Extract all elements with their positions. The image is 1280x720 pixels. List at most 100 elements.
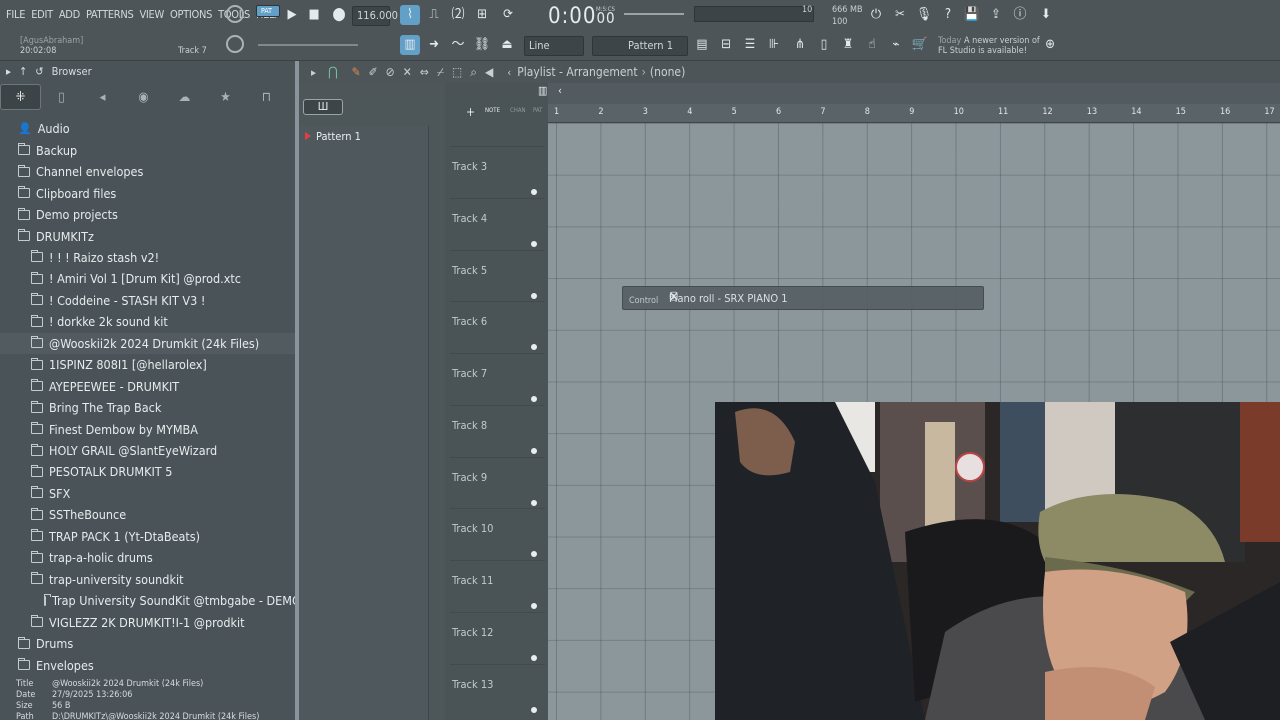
zoom-icon[interactable]: ⌕ bbox=[470, 65, 477, 80]
delete-icon[interactable]: ⊘ bbox=[386, 65, 395, 79]
tempo-field[interactable]: 116.000 bbox=[352, 6, 398, 26]
track-header[interactable]: Track 8 bbox=[450, 404, 545, 456]
master-pitch-slider[interactable] bbox=[624, 13, 684, 15]
track-header[interactable]: Track 6 bbox=[450, 301, 545, 352]
browser-up-icon[interactable]: ↑ bbox=[19, 65, 27, 78]
minimize-icon[interactable]: – bbox=[669, 289, 943, 302]
globe-icon[interactable]: ⊕ bbox=[1040, 35, 1060, 55]
track-enable-led[interactable] bbox=[531, 706, 537, 713]
browser-item[interactable]: TRAP PACK 1 (Yt-DtaBeats) bbox=[0, 526, 295, 548]
select-icon[interactable]: ⬚ bbox=[452, 65, 462, 79]
slip-icon[interactable]: ⇔ bbox=[420, 65, 429, 79]
mute-icon[interactable]: ✕ bbox=[403, 65, 412, 79]
track-header[interactable]: Track 3 bbox=[450, 146, 545, 197]
track-header[interactable]: Track 13 bbox=[450, 663, 545, 715]
browser-item[interactable]: VIGLEZZ 2K DRUMKIT!I-1 @prodkit bbox=[0, 611, 295, 633]
browser-item[interactable]: Clipboard files bbox=[0, 182, 295, 204]
browser-item[interactable]: Trap University SoundKit @tmbgabe - DEMO bbox=[0, 590, 295, 612]
arrow-right-icon[interactable]: ➜ bbox=[424, 35, 444, 55]
browser-item[interactable]: PESOTALK DRUMKIT 5 bbox=[0, 461, 295, 483]
master-volume-knob-icon[interactable] bbox=[226, 5, 244, 23]
track-enable-led[interactable] bbox=[531, 654, 537, 661]
browser-item[interactable]: Channel envelopes bbox=[0, 161, 295, 183]
pat-song-toggle[interactable]: PAT bbox=[256, 5, 280, 17]
menu-add[interactable]: ADD bbox=[59, 8, 80, 21]
playlist-menu-icon[interactable]: ▸ bbox=[311, 66, 316, 79]
track-enable-led[interactable] bbox=[531, 240, 537, 247]
browser-item[interactable]: SSTheBounce bbox=[0, 504, 295, 526]
pattern-item[interactable]: Pattern 1 bbox=[305, 130, 361, 143]
browser-item[interactable]: ! dorkke 2k sound kit bbox=[0, 311, 295, 333]
piano-roll-icon[interactable]: ☰ bbox=[740, 35, 760, 55]
download-icon[interactable]: ⬇ bbox=[1036, 5, 1056, 25]
arrangement-name[interactable]: (none) bbox=[650, 65, 685, 79]
speaker-icon[interactable]: ◀ bbox=[485, 65, 493, 79]
browser-item[interactable]: @Wooskii2k 2024 Drumkit (24k Files) bbox=[0, 332, 295, 354]
browser-item[interactable]: ! Coddeine - STASH KIT V3 ! bbox=[0, 290, 295, 312]
menu-options[interactable]: OPTIONS bbox=[170, 8, 212, 21]
track-header[interactable]: Track 12 bbox=[450, 611, 545, 663]
browser-item[interactable]: ! Amiri Vol 1 [Drum Kit] @prod.xtc bbox=[0, 268, 295, 290]
tab-tags-icon[interactable]: ⊓ bbox=[246, 84, 287, 110]
track-enable-led[interactable] bbox=[531, 603, 537, 609]
browser-item[interactable]: DRUMKITz bbox=[0, 225, 295, 247]
play-icon[interactable]: ▶ bbox=[282, 5, 302, 25]
help-icon[interactable]: ? bbox=[938, 5, 958, 25]
snap-selector[interactable]: Line bbox=[524, 36, 584, 56]
tab-favorites-icon[interactable]: ★ bbox=[205, 84, 246, 110]
tool-pat[interactable]: PAT bbox=[533, 107, 542, 114]
browser-item[interactable]: Bring The Trap Back bbox=[0, 397, 295, 419]
browser-back-icon[interactable]: ↺ bbox=[35, 65, 43, 78]
scroll-left-icon[interactable]: ‹ bbox=[558, 84, 562, 97]
record-icon[interactable]: ⬤ bbox=[329, 5, 349, 25]
track-enable-led[interactable] bbox=[531, 499, 537, 506]
add-track-icon[interactable]: + bbox=[466, 105, 475, 119]
browser-item[interactable]: Finest Dembow by MYMBA bbox=[0, 418, 295, 440]
browser-item[interactable]: SFX bbox=[0, 483, 295, 505]
tab-online-icon[interactable]: ◉ bbox=[123, 84, 164, 110]
browser-item[interactable]: HOLY GRAIL @SlantEyeWizard bbox=[0, 440, 295, 462]
curve-icon[interactable]: 〜 bbox=[448, 35, 468, 55]
touch-icon[interactable]: ☝ bbox=[862, 35, 882, 55]
piano-keys-icon[interactable]: ▥ bbox=[538, 84, 547, 97]
arrangement-arrow-icon[interactable]: ‹ bbox=[507, 66, 511, 79]
browser-item[interactable]: Envelopes bbox=[0, 654, 295, 676]
timeline-ruler[interactable]: 1 2 3 4 5 6 7 8 9 10 11 12 13 14 15 16 17 bbox=[548, 104, 1280, 123]
menu-view[interactable]: VIEW bbox=[139, 8, 164, 21]
slice-icon[interactable]: ⌿ bbox=[437, 65, 444, 80]
browser-item[interactable]: 👤 Audio bbox=[0, 118, 295, 140]
tab-cloud-icon[interactable]: ☁ bbox=[164, 84, 205, 110]
piano-icon[interactable]: ▥ bbox=[400, 35, 420, 55]
track-enable-led[interactable] bbox=[531, 189, 537, 195]
menu-file[interactable]: FILE bbox=[6, 8, 25, 21]
browser-item[interactable]: 1ISPINZ 808I1 [@hellarolex] bbox=[0, 354, 295, 376]
stamp-icon[interactable]: ⏏ bbox=[497, 35, 517, 55]
track-enable-led[interactable] bbox=[531, 396, 537, 402]
pattern-selector[interactable]: Pattern 1 bbox=[592, 36, 688, 56]
track-header[interactable]: Track 10 bbox=[450, 508, 545, 559]
news-line-2[interactable]: FL Studio is available! bbox=[938, 46, 1027, 56]
tab-plugins-icon[interactable]: ◂ bbox=[82, 84, 123, 110]
menu-patterns[interactable]: PATTERNS bbox=[86, 8, 134, 21]
track-enable-led[interactable] bbox=[531, 551, 537, 558]
mixer-icon[interactable]: ⊪ bbox=[764, 35, 784, 55]
loop-record-icon[interactable]: ⟳ bbox=[498, 5, 518, 25]
countdown-icon[interactable]: ⑵ bbox=[448, 5, 468, 25]
power-icon[interactable]: ⏻ bbox=[866, 5, 886, 25]
tool-chan[interactable]: CHAN bbox=[510, 107, 526, 114]
master-pitch-knob-icon[interactable] bbox=[226, 35, 244, 53]
browser-item[interactable]: Drums bbox=[0, 633, 295, 655]
wait-record-icon[interactable]: ⎍ bbox=[424, 5, 444, 25]
track-header[interactable]: Track 11 bbox=[450, 560, 545, 611]
tab-project-icon[interactable]: ▯ bbox=[41, 84, 82, 110]
news-line-1[interactable]: A newer version of bbox=[964, 36, 1040, 46]
menu-edit[interactable]: EDIT bbox=[31, 8, 53, 21]
pencil-icon[interactable]: ✎ bbox=[352, 65, 361, 79]
stop-icon[interactable]: ■ bbox=[304, 5, 324, 25]
track-enable-led[interactable] bbox=[531, 447, 537, 454]
track-header[interactable]: Track 5 bbox=[450, 249, 545, 301]
browser-item[interactable]: Demo projects bbox=[0, 204, 295, 226]
track-header[interactable]: Track 4 bbox=[450, 197, 545, 249]
file-icon[interactable]: ▯ bbox=[814, 35, 834, 55]
tree-icon[interactable]: ⋔ bbox=[790, 35, 810, 55]
